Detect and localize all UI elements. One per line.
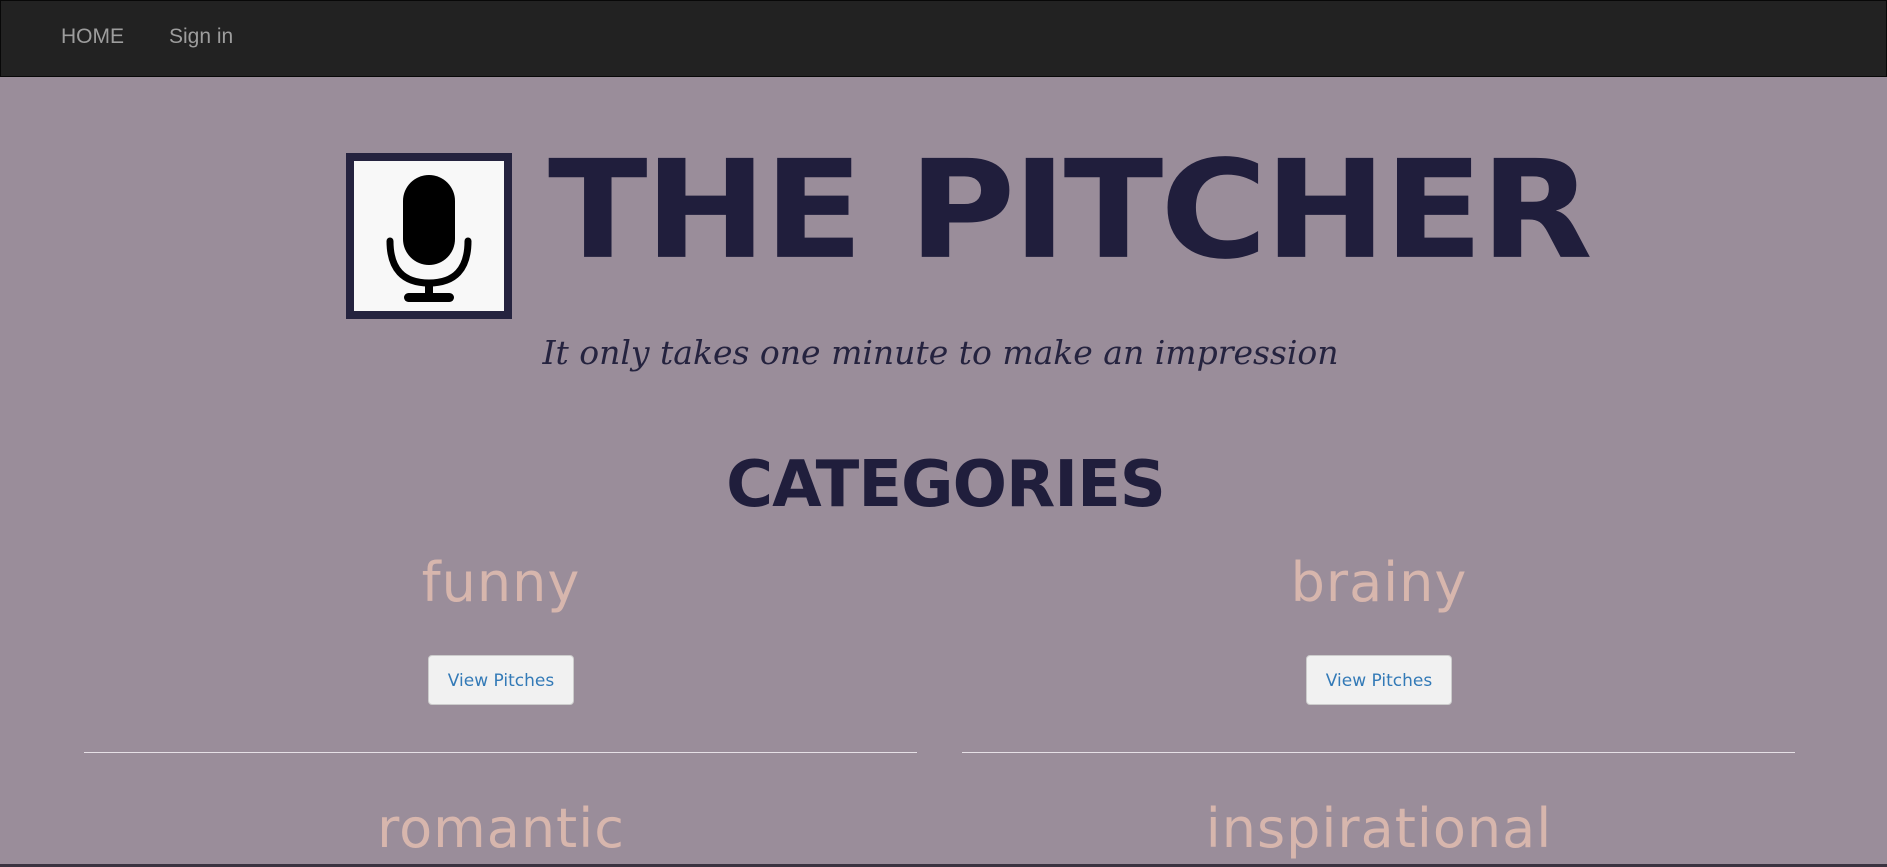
category-brainy: brainy View Pitches xyxy=(962,553,1796,705)
category-inspirational: inspirational xyxy=(962,799,1796,859)
nav-home-link[interactable]: HOME xyxy=(61,25,124,49)
tagline-text: It only takes one minute to make an impr… xyxy=(542,333,1339,372)
top-navbar: HOME Sign in xyxy=(0,0,1887,77)
divider xyxy=(962,752,1795,753)
category-name: romantic xyxy=(377,797,625,860)
site-title: THE PITCHER xyxy=(548,131,1593,290)
categories-heading: CATEGORIES xyxy=(0,448,1887,522)
category-name: brainy xyxy=(1290,551,1468,614)
view-pitches-funny-button[interactable]: View Pitches xyxy=(427,655,575,705)
category-name: inspirational xyxy=(1205,797,1553,860)
category-romantic: romantic xyxy=(84,799,918,859)
microphone-icon xyxy=(346,153,512,319)
category-name: funny xyxy=(421,551,581,614)
category-funny: funny View Pitches xyxy=(84,553,918,705)
site-tagline: It only takes one minute to make an impr… xyxy=(0,333,1887,372)
view-pitches-brainy-button[interactable]: View Pitches xyxy=(1305,655,1453,705)
divider xyxy=(84,752,917,753)
nav-signin-link[interactable]: Sign in xyxy=(169,25,233,49)
categories-heading-text: CATEGORIES xyxy=(726,448,1166,522)
